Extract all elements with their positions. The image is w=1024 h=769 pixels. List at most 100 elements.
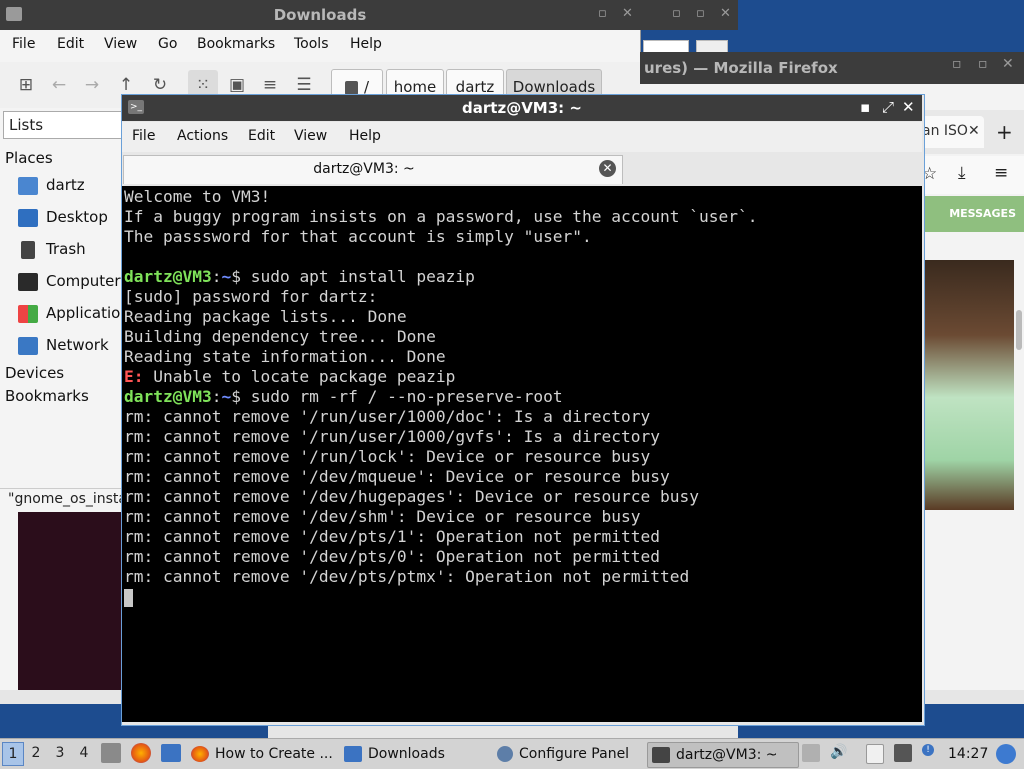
terminal-line: Building dependency tree... Done — [124, 327, 436, 346]
menu-file[interactable]: File — [132, 128, 155, 144]
firefox-titlebar[interactable]: ures) — Mozilla Firefox ▫ ▫ ✕ — [640, 52, 1024, 84]
close-icon[interactable]: ✕ — [1002, 56, 1014, 72]
new-tab-icon[interactable]: + — [996, 120, 1013, 144]
menu-tools[interactable]: Tools — [294, 36, 329, 52]
show-desktop-icon[interactable] — [101, 743, 121, 763]
command-text: $ sudo apt install peazip — [231, 267, 475, 286]
page-image — [920, 260, 1014, 510]
terminal-text: Welcome to VM3! If a buggy program insist… — [124, 187, 757, 607]
terminal-line: The passsword for that account is simply… — [124, 227, 592, 246]
workspace-4[interactable]: 4 — [74, 745, 94, 761]
minimize-icon[interactable]: ▫ — [672, 6, 681, 21]
places-header: Places — [5, 149, 53, 167]
file-manager-titlebar[interactable]: Downloads ▫ ✕ ▫ ▫ ✕ — [0, 0, 738, 30]
task-downloads[interactable]: Downloads — [344, 742, 445, 766]
file-manager-launcher-icon[interactable] — [161, 744, 181, 762]
back-icon[interactable]: ← — [48, 74, 70, 96]
scrollbar[interactable] — [920, 690, 1024, 704]
sidebar-item-applications[interactable]: Applications — [18, 304, 122, 328]
new-tab-icon[interactable]: ⊞ — [15, 74, 37, 96]
file-manager-menubar: File Edit View Go Bookmarks Tools Help — [0, 30, 640, 60]
sidebar-item-label: dartz — [46, 176, 85, 194]
messages-link[interactable]: MESSAGES — [949, 207, 1016, 220]
sidebar-item-computer[interactable]: Computer — [18, 272, 121, 296]
task-configure-panel[interactable]: Configure Panel — [497, 742, 629, 766]
status-bar: "gnome_os_insta — [0, 488, 127, 511]
maximize-icon[interactable]: ▫ — [696, 6, 705, 21]
terminal-line: rm: cannot remove '/run/user/1000/gvfs':… — [124, 427, 661, 446]
workspace-1[interactable]: 1 — [2, 742, 24, 766]
clipboard-icon[interactable] — [802, 744, 820, 762]
terminal-icon — [652, 747, 670, 763]
menu-view[interactable]: View — [294, 128, 327, 144]
tab-label: an ISO — [922, 123, 968, 139]
menu-actions[interactable]: Actions — [177, 128, 228, 144]
tab-label: dartz@VM3: ~ — [313, 161, 415, 177]
menu-help[interactable]: Help — [349, 128, 381, 144]
scrollbar[interactable] — [0, 690, 122, 704]
minimize-icon[interactable]: ▫ — [952, 56, 962, 72]
menu-help[interactable]: Help — [350, 36, 382, 52]
system-menu-icon[interactable] — [996, 744, 1016, 764]
menu-view[interactable]: View — [104, 36, 137, 52]
reload-icon[interactable]: ↻ — [149, 74, 171, 96]
menu-edit[interactable]: Edit — [57, 36, 84, 52]
minimize-icon[interactable]: ▪ — [860, 98, 870, 116]
thumbnail-view-icon[interactable]: ▣ — [226, 74, 248, 96]
side-pane-selector[interactable]: Lists — [3, 111, 123, 139]
sidebar-item-network[interactable]: Network — [18, 336, 109, 360]
sidebar-item-desktop[interactable]: Desktop — [18, 208, 108, 232]
network-icon[interactable] — [894, 744, 912, 762]
up-icon[interactable]: ↑ — [115, 74, 137, 96]
terminal-line: rm: cannot remove '/dev/pts/0': Operatio… — [124, 547, 661, 566]
maximize-icon[interactable]: ▫ — [978, 56, 988, 72]
workspace-3[interactable]: 3 — [50, 745, 70, 761]
folder-icon — [344, 746, 362, 762]
sidebar-item-dartz[interactable]: dartz — [18, 176, 85, 200]
close-icon[interactable]: ✕ — [622, 6, 633, 21]
maximize-icon[interactable]: ⤢ — [882, 98, 894, 116]
status-text: "gnome_os_insta — [8, 491, 127, 507]
menu-file[interactable]: File — [12, 36, 35, 52]
download-icon[interactable]: ⤓ — [958, 163, 966, 183]
trash-icon — [21, 240, 35, 259]
side-pane-selector-label: Lists — [9, 116, 44, 134]
notes-icon[interactable] — [866, 744, 884, 764]
menu-edit[interactable]: Edit — [248, 128, 275, 144]
close-icon[interactable]: ✕ — [720, 6, 731, 21]
terminal-line — [124, 587, 757, 607]
file-view-area[interactable] — [18, 512, 122, 690]
terminal-output[interactable]: Welcome to VM3! If a buggy program insist… — [122, 186, 922, 722]
sidebar-item-trash[interactable]: Trash — [18, 240, 86, 264]
command-text: $ sudo rm -rf / --no-preserve-root — [231, 387, 563, 406]
error-tag: E: — [124, 367, 144, 386]
settings-icon — [497, 746, 513, 762]
close-icon[interactable]: ✕ — [902, 98, 915, 116]
menu-icon[interactable]: ≡ — [994, 163, 1008, 183]
firefox-launcher-icon[interactable] — [131, 743, 151, 763]
terminal-tab[interactable]: dartz@VM3: ~ ✕ — [123, 155, 623, 184]
clock[interactable]: 14:27 — [948, 742, 988, 766]
forward-icon[interactable]: → — [81, 74, 103, 96]
list-view-icon[interactable]: ☰ — [293, 74, 315, 96]
task-firefox[interactable]: How to Create ... — [191, 742, 333, 766]
close-tab-icon[interactable]: ✕ — [968, 123, 980, 139]
task-terminal[interactable]: dartz@VM3: ~ — [647, 742, 799, 768]
home-folder-icon — [18, 176, 38, 195]
scrollbar-thumb[interactable] — [1016, 310, 1022, 350]
error-text: Unable to locate package peazip — [143, 367, 456, 386]
menu-go[interactable]: Go — [158, 36, 177, 52]
notification-icon[interactable]: ! — [922, 744, 934, 756]
menu-bookmarks[interactable]: Bookmarks — [197, 36, 275, 52]
terminal-titlebar[interactable]: >_ dartz@VM3: ~ ▪ ⤢ ✕ — [122, 95, 922, 121]
volume-icon[interactable]: 🔊 — [830, 744, 848, 762]
close-tab-icon[interactable]: ✕ — [599, 160, 616, 177]
devices-header: Devices — [5, 364, 65, 382]
task-label: How to Create ... — [215, 746, 333, 762]
compact-view-icon[interactable]: ≡ — [259, 74, 281, 96]
window-title: dartz@VM3: ~ — [462, 99, 582, 117]
window-title: Downloads — [273, 6, 367, 24]
workspace-2[interactable]: 2 — [26, 745, 46, 761]
minimize-icon[interactable]: ▫ — [598, 6, 607, 21]
terminal-line: rm: cannot remove '/dev/hugepages': Devi… — [124, 487, 699, 506]
